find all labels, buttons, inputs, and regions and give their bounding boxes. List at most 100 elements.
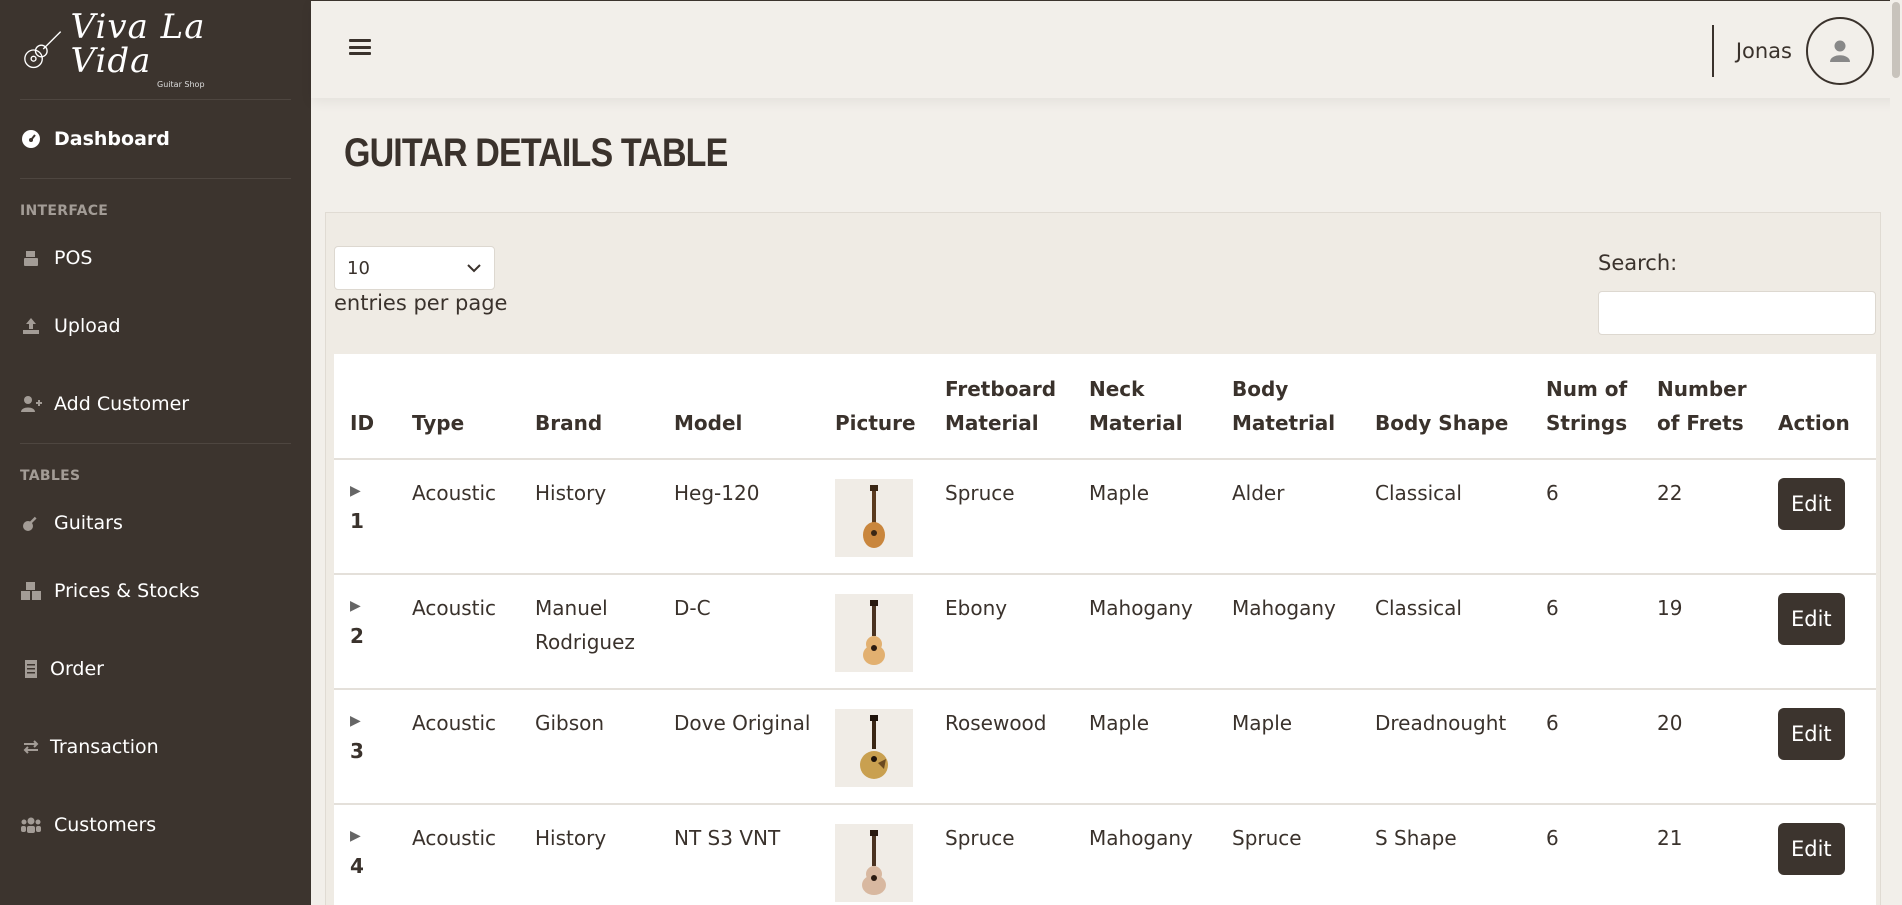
guitar-picture	[835, 594, 913, 672]
cell-model: Dove Original	[658, 689, 819, 805]
table-card: 10 entries per page Search: ID Type Bran…	[325, 212, 1881, 905]
sidebar-item-prices-stocks[interactable]: Prices & Stocks	[0, 552, 311, 630]
brand-sub: Guitar Shop	[157, 80, 205, 89]
cell-brand: History	[519, 459, 658, 575]
sidebar-item-transaction[interactable]: Transaction	[0, 708, 311, 786]
col-header-shape[interactable]: Body Shape	[1359, 354, 1530, 460]
menu-toggle-icon[interactable]	[349, 37, 371, 57]
cell-fretboard: Spruce	[929, 459, 1073, 575]
sidebar-item-label: POS	[54, 247, 93, 269]
table-row: ▶ 3 Acoustic Gibson Dove Original Rosewo…	[334, 689, 1876, 805]
cell-brand: Gibson	[519, 689, 658, 805]
sidebar-item-label: Prices & Stocks	[54, 580, 200, 602]
users-icon	[20, 814, 42, 836]
cell-model: D-C	[658, 574, 819, 690]
section-heading-tables: TABLES	[20, 468, 81, 484]
cell-model: Heg-120	[658, 459, 819, 575]
search-input[interactable]	[1598, 291, 1876, 335]
col-header-body[interactable]: Body Matetrial	[1216, 354, 1359, 460]
cell-frets: 19	[1641, 574, 1762, 690]
brand[interactable]: Viva La Vida Guitar Shop	[20, 0, 291, 100]
guitar-logo-icon	[24, 30, 62, 68]
col-header-type[interactable]: Type	[396, 354, 519, 460]
scrollbar-thumb[interactable]	[1892, 2, 1900, 78]
brand-logo: Viva La Vida Guitar Shop	[20, 10, 291, 89]
row-id: 4	[350, 854, 364, 878]
cell-frets: 20	[1641, 689, 1762, 805]
cell-frets: 21	[1641, 804, 1762, 905]
sidebar-item-pos[interactable]: POS	[0, 229, 311, 287]
username[interactable]: Jonas	[1736, 39, 1792, 63]
chevron-down-icon	[467, 264, 481, 273]
brand-name: Viva La Vida	[70, 7, 206, 81]
sidebar-item-label: Add Customer	[54, 393, 190, 415]
boxes-icon	[20, 580, 42, 602]
divider	[20, 178, 291, 179]
sidebar-item-upload[interactable]: Upload	[0, 287, 311, 365]
cell-type: Acoustic	[396, 574, 519, 690]
table-row: ▶ 2 Acoustic Manuel Rodriguez D-C Ebony …	[334, 574, 1876, 690]
sidebar-item-label: Customers	[54, 814, 157, 836]
guitar-table: ID Type Brand Model Picture Fretboard Ma…	[334, 354, 1876, 905]
entries-value: 10	[347, 257, 370, 279]
expand-row-icon[interactable]: ▶	[350, 591, 388, 621]
expand-row-icon[interactable]: ▶	[350, 476, 388, 506]
col-header-model[interactable]: Model	[658, 354, 819, 460]
cell-shape: Classical	[1359, 459, 1530, 575]
user-icon	[1830, 40, 1850, 62]
sidebar-item-label: Dashboard	[54, 128, 170, 150]
topbar-divider	[1711, 25, 1714, 77]
entries-per-page-select[interactable]: 10	[334, 246, 495, 290]
col-header-fretboard[interactable]: Fretboard Material	[929, 354, 1073, 460]
cell-shape: S Shape	[1359, 804, 1530, 905]
edit-button[interactable]: Edit	[1778, 593, 1845, 645]
upload-icon	[20, 315, 42, 337]
cell-neck: Mahogany	[1073, 804, 1216, 905]
user-menu[interactable]: Jonas	[1711, 17, 1874, 85]
sidebar-item-label: Upload	[54, 315, 121, 337]
cell-body: Alder	[1216, 459, 1359, 575]
receipt-icon	[20, 658, 42, 680]
col-header-strings[interactable]: Num of Strings	[1530, 354, 1641, 460]
cell-type: Acoustic	[396, 804, 519, 905]
cell-neck: Mahogany	[1073, 574, 1216, 690]
cell-type: Acoustic	[396, 689, 519, 805]
divider	[20, 443, 291, 444]
sidebar-item-label: Order	[50, 658, 104, 680]
cell-neck: Maple	[1073, 689, 1216, 805]
col-header-id[interactable]: ID	[334, 354, 396, 460]
expand-row-icon[interactable]: ▶	[350, 821, 388, 851]
table-row: ▶ 1 Acoustic History Heg-120 Spruce Mapl…	[334, 459, 1876, 575]
edit-button[interactable]: Edit	[1778, 708, 1845, 760]
cell-shape: Dreadnought	[1359, 689, 1530, 805]
cell-neck: Maple	[1073, 459, 1216, 575]
sidebar-item-dashboard[interactable]: Dashboard	[0, 100, 311, 178]
cell-shape: Classical	[1359, 574, 1530, 690]
search-label: Search:	[1598, 251, 1678, 275]
col-header-frets[interactable]: Number of Frets	[1641, 354, 1762, 460]
sidebar-item-order[interactable]: Order	[0, 630, 311, 708]
sidebar-item-customers[interactable]: Customers	[0, 786, 311, 864]
col-header-action: Action	[1762, 354, 1876, 460]
page-title: GUITAR DETAILS TABLE	[344, 131, 728, 175]
user-plus-icon	[20, 393, 42, 415]
table-header-row: ID Type Brand Model Picture Fretboard Ma…	[334, 354, 1876, 460]
sidebar-item-guitars[interactable]: Guitars	[0, 494, 311, 552]
page-scrollbar[interactable]	[1890, 0, 1902, 905]
col-header-brand[interactable]: Brand	[519, 354, 658, 460]
cell-body: Spruce	[1216, 804, 1359, 905]
edit-button[interactable]: Edit	[1778, 823, 1845, 875]
cell-model: NT S3 VNT	[658, 804, 819, 905]
avatar[interactable]	[1806, 17, 1874, 85]
cell-body: Mahogany	[1216, 574, 1359, 690]
guitar-icon	[20, 512, 42, 534]
expand-row-icon[interactable]: ▶	[350, 706, 388, 736]
sidebar-item-add-customer[interactable]: Add Customer	[0, 365, 311, 443]
table-row: ▶ 4 Acoustic History NT S3 VNT Spruce Ma…	[334, 804, 1876, 905]
row-id: 1	[350, 509, 364, 533]
col-header-neck[interactable]: Neck Material	[1073, 354, 1216, 460]
cell-fretboard: Ebony	[929, 574, 1073, 690]
sidebar-item-label: Transaction	[50, 736, 159, 758]
col-header-picture[interactable]: Picture	[819, 354, 929, 460]
edit-button[interactable]: Edit	[1778, 478, 1845, 530]
